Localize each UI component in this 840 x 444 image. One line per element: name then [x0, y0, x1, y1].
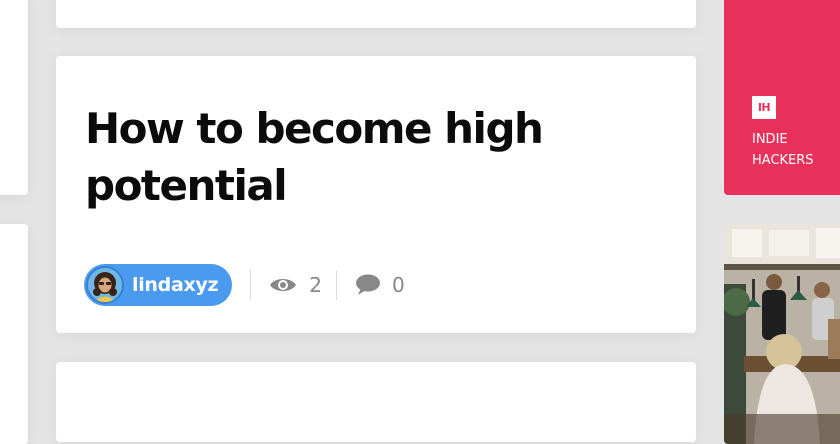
views-count: 2: [309, 273, 323, 297]
avatar: [86, 266, 124, 304]
left-feed-card[interactable]: [0, 0, 28, 195]
author-name: lindaxyz: [132, 274, 219, 296]
indie-hackers-label: INDIE HACKERS: [752, 129, 840, 171]
next-post-card[interactable]: [56, 362, 696, 442]
avatar-image: [88, 268, 122, 302]
meta-divider: [250, 270, 252, 300]
cafe-photo-image: [724, 224, 840, 444]
comments-stat[interactable]: 0: [355, 273, 405, 297]
meta-divider: [336, 270, 338, 300]
views-stat: 2: [269, 273, 322, 297]
eye-icon: [270, 279, 297, 291]
previous-post-card[interactable]: [56, 0, 696, 28]
ad-label-line1: INDIE: [752, 132, 788, 147]
sidebar-photo[interactable]: [724, 224, 840, 444]
indie-hackers-ad[interactable]: IH INDIE HACKERS: [724, 0, 840, 195]
comments-count: 0: [392, 273, 405, 297]
indie-hackers-logo: IH: [752, 96, 776, 119]
speech-bubble-icon: [356, 274, 381, 295]
post-title[interactable]: How to become high potential: [85, 100, 665, 214]
post-card[interactable]: How to become high potential lindaxyz 2 …: [56, 56, 696, 333]
ad-label-line2: HACKERS: [752, 153, 814, 168]
post-meta: lindaxyz 2 0: [84, 264, 405, 306]
left-feed-card[interactable]: [0, 224, 28, 444]
author-chip[interactable]: lindaxyz: [84, 264, 233, 306]
